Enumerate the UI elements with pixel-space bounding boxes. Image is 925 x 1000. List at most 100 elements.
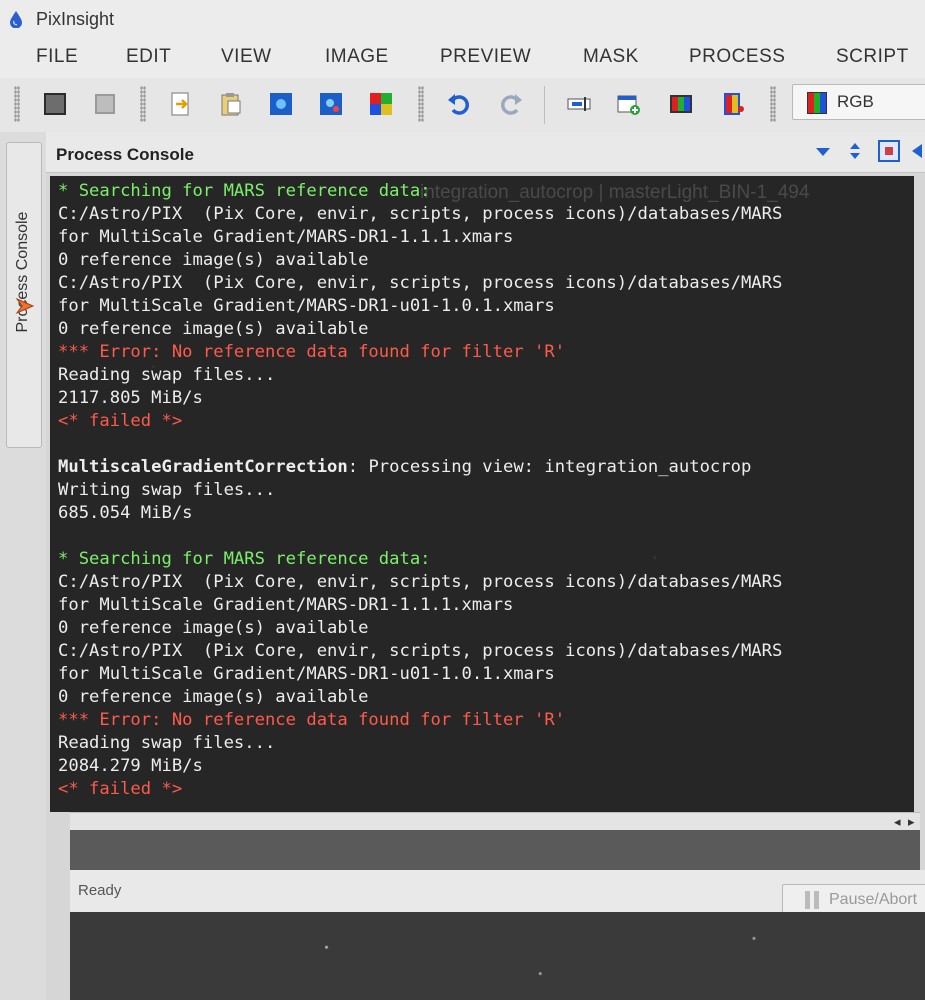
- redo-icon[interactable]: [498, 91, 524, 117]
- console-line: Writing swap files...: [58, 479, 914, 502]
- console-line-text: 0 reference image(s) available: [58, 618, 369, 638]
- menu-image[interactable]: IMAGE: [325, 46, 389, 68]
- console-line: *** Error: No reference data found for f…: [58, 709, 914, 732]
- channel-select-value: RGB: [837, 92, 874, 111]
- window-title: PixInsight: [36, 9, 115, 29]
- title-bar: PixInsight: [0, 0, 925, 39]
- console-line: for MultiScale Gradient/MARS-DR1-u01-1.0…: [58, 663, 914, 686]
- close-panel-icon[interactable]: [910, 142, 922, 160]
- paste-icon[interactable]: [218, 91, 244, 117]
- close-all-icon[interactable]: [42, 91, 68, 117]
- console-line: MultiscaleGradientCorrection: Processing…: [58, 456, 914, 479]
- rgb-swatch-icon: [807, 92, 827, 114]
- toolbar-grip-icon[interactable]: [140, 86, 146, 122]
- console-line: 0 reference image(s) available: [58, 249, 914, 272]
- panel-title: Process Console: [56, 145, 194, 164]
- color-image-icon[interactable]: [368, 91, 394, 117]
- duplicate-image-icon[interactable]: [318, 91, 344, 117]
- open-file-icon[interactable]: [168, 91, 194, 117]
- background-image-area: [70, 912, 925, 1000]
- menu-view[interactable]: VIEW: [221, 46, 272, 68]
- console-line-suffix: : Processing view: integration_autocrop: [347, 457, 752, 477]
- droplet-icon: [10, 11, 22, 28]
- pause-icon: [805, 891, 819, 909]
- scroll-left-icon[interactable]: ◂: [894, 814, 901, 830]
- status-bar: Ready Pause/Abort: [70, 870, 925, 916]
- menu-edit[interactable]: EDIT: [126, 46, 171, 68]
- console-line-text: 2117.805 MiB/s: [58, 388, 203, 408]
- console-line-text: Reading swap files...: [58, 365, 276, 385]
- toolbar-grip-icon[interactable]: [418, 86, 424, 122]
- console-line: 0 reference image(s) available: [58, 686, 914, 709]
- console-line-text: * Searching for MARS reference data:: [58, 549, 431, 569]
- console-line: <* failed *>: [58, 778, 914, 801]
- console-line-text: 0 reference image(s) available: [58, 250, 369, 270]
- new-image-icon[interactable]: [268, 91, 294, 117]
- menu-script[interactable]: SCRIPT: [836, 46, 909, 68]
- console-line-text: <* failed *>: [58, 779, 183, 799]
- console-line: * Searching for MARS reference data:: [58, 180, 914, 203]
- extract-identifier-icon[interactable]: [566, 91, 592, 117]
- console-line-text: 685.054 MiB/s: [58, 503, 193, 523]
- console-line: for MultiScale Gradient/MARS-DR1-1.1.1.x…: [58, 226, 914, 249]
- console-line: 2084.279 MiB/s: [58, 755, 914, 778]
- console-log: * Searching for MARS reference data: C:/A…: [58, 180, 914, 801]
- toolbar-grip-icon[interactable]: [14, 86, 20, 122]
- menu-file[interactable]: FILE: [36, 46, 78, 68]
- console-line: 0 reference image(s) available: [58, 318, 914, 341]
- pause-abort-label: Pause/Abort: [829, 891, 918, 908]
- collapse-down-icon[interactable]: [814, 142, 832, 160]
- console-output[interactable]: integration_autocrop | masterLight_BIN-1…: [50, 176, 914, 812]
- menu-mask[interactable]: MASK: [583, 46, 639, 68]
- close-image-icon[interactable]: [92, 91, 118, 117]
- console-line-text: *** Error: No reference data found for f…: [58, 342, 566, 362]
- process-console-panel: Process Console integration_autocrop | m…: [46, 132, 925, 1000]
- console-line: *** Error: No reference data found for f…: [58, 341, 914, 364]
- scroll-right-icon[interactable]: ▸: [908, 814, 915, 830]
- console-line-text: MultiscaleGradientCorrection: [58, 457, 348, 477]
- command-input-bar[interactable]: [70, 830, 920, 870]
- console-line-text: 0 reference image(s) available: [58, 687, 369, 707]
- channel-select[interactable]: RGB: [792, 84, 925, 120]
- console-line-text: for MultiScale Gradient/MARS-DR1-1.1.1.x…: [58, 595, 514, 615]
- dock-tab-process-console[interactable]: Process Console: [6, 142, 42, 448]
- console-line: for MultiScale Gradient/MARS-DR1-1.1.1.x…: [58, 594, 914, 617]
- console-line-text: <* failed *>: [58, 411, 183, 431]
- console-line-text: 2084.279 MiB/s: [58, 756, 203, 776]
- console-line-text: for MultiScale Gradient/MARS-DR1-1.1.1.x…: [58, 227, 514, 247]
- left-dock-strip: Process Console: [0, 132, 47, 1000]
- console-line: 0 reference image(s) available: [58, 617, 914, 640]
- console-line-text: * Searching for MARS reference data:: [58, 181, 431, 201]
- console-line: 2117.805 MiB/s: [58, 387, 914, 410]
- rgb-channels-icon[interactable]: [668, 91, 694, 117]
- panel-header: Process Console: [46, 132, 925, 173]
- new-workspace-icon[interactable]: [616, 91, 642, 117]
- console-line: for MultiScale Gradient/MARS-DR1-u01-1.0…: [58, 295, 914, 318]
- menu-process[interactable]: PROCESS: [689, 46, 785, 68]
- console-line-text: for MultiScale Gradient/MARS-DR1-u01-1.0…: [58, 296, 555, 316]
- channel-extract-icon[interactable]: [720, 91, 746, 117]
- console-line-text: Writing swap files...: [58, 480, 276, 500]
- console-line: C:/Astro/PIX (Pix Core, envir, scripts, …: [58, 203, 914, 226]
- console-line-text: C:/Astro/PIX (Pix Core, envir, scripts, …: [58, 572, 783, 592]
- resize-vertical-icon[interactable]: [846, 142, 864, 160]
- console-line: C:/Astro/PIX (Pix Core, envir, scripts, …: [58, 640, 914, 663]
- console-line: Reading swap files...: [58, 364, 914, 387]
- console-line-text: for MultiScale Gradient/MARS-DR1-u01-1.0…: [58, 664, 555, 684]
- console-line: C:/Astro/PIX (Pix Core, envir, scripts, …: [58, 571, 914, 594]
- console-line-text: C:/Astro/PIX (Pix Core, envir, scripts, …: [58, 204, 783, 224]
- float-panel-icon[interactable]: [878, 140, 900, 162]
- undo-icon[interactable]: [446, 91, 472, 117]
- toolbar-separator: [544, 86, 545, 124]
- horizontal-scrollbar[interactable]: ◂ ▸: [70, 812, 920, 831]
- menu-preview[interactable]: PREVIEW: [440, 46, 531, 68]
- console-line-text: 0 reference image(s) available: [58, 319, 369, 339]
- toolbar-grip-icon[interactable]: [770, 86, 776, 122]
- console-line-text: C:/Astro/PIX (Pix Core, envir, scripts, …: [58, 273, 783, 293]
- console-line: <* failed *>: [58, 410, 914, 433]
- process-arrow-icon: [15, 297, 35, 315]
- console-line-text: *** Error: No reference data found for f…: [58, 710, 566, 730]
- menu-bar: FILE EDIT VIEW IMAGE PREVIEW MASK PROCES…: [0, 38, 925, 78]
